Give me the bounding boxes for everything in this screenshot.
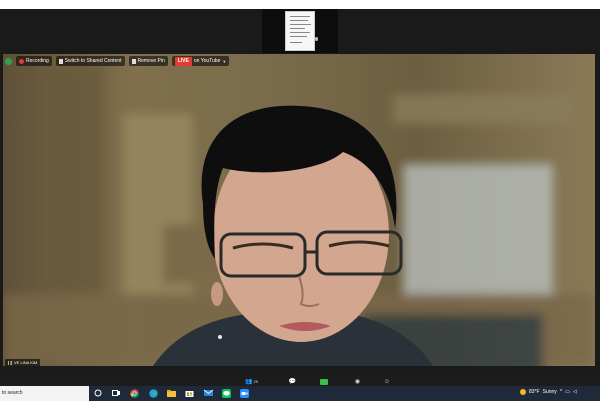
security-shield-icon[interactable] bbox=[5, 57, 12, 65]
search-text: to search bbox=[2, 390, 23, 396]
taskbar-search-box[interactable]: to search bbox=[0, 386, 89, 401]
record-dot-icon bbox=[19, 58, 24, 64]
shared-content-icon bbox=[58, 58, 63, 64]
switch-to-shared-content-button[interactable]: Switch to Shared Content bbox=[55, 56, 125, 66]
participant-name-tag: VE LINA KIM bbox=[5, 359, 41, 366]
volume-icon[interactable]: ◁ bbox=[573, 389, 577, 395]
file-explorer-icon[interactable] bbox=[166, 388, 176, 398]
video-frame bbox=[3, 64, 595, 366]
zoom-icon[interactable] bbox=[239, 388, 249, 398]
mail-icon[interactable] bbox=[203, 388, 213, 398]
participants-icon: 👥 bbox=[244, 379, 253, 385]
meeting-status-bar: Recording Switch to Shared Content Remov… bbox=[5, 55, 230, 67]
share-screen-icon bbox=[320, 379, 329, 385]
document-thumbnail[interactable] bbox=[285, 11, 315, 51]
microphone-icon bbox=[315, 37, 318, 41]
recording-indicator[interactable]: Recording bbox=[16, 56, 52, 66]
recording-label: Recording bbox=[26, 58, 49, 64]
participants-count: 25 bbox=[253, 379, 258, 384]
signal-icon bbox=[8, 360, 12, 365]
switch-label: Switch to Shared Content bbox=[64, 58, 122, 64]
sunny-weather-icon[interactable] bbox=[520, 389, 526, 395]
weather-temperature[interactable]: 83°F bbox=[529, 389, 540, 395]
live-stream-indicator[interactable]: LIVE on YouTube ▼ bbox=[171, 56, 230, 66]
network-icon[interactable]: ▭ bbox=[565, 389, 570, 395]
cortana-icon[interactable] bbox=[93, 388, 103, 398]
line-icon[interactable] bbox=[221, 388, 231, 398]
chevron-up-icon[interactable]: ^ bbox=[560, 389, 562, 395]
store-icon[interactable] bbox=[184, 388, 194, 398]
system-tray: 83°F Sunny ^ ▭ ◁ bbox=[520, 389, 577, 395]
chrome-icon[interactable] bbox=[129, 388, 139, 398]
chevron-down-icon[interactable]: ▼ bbox=[222, 59, 226, 64]
task-view-icon[interactable] bbox=[111, 388, 121, 398]
record-icon: ◉ bbox=[354, 379, 361, 385]
live-platform-label: on YouTube bbox=[193, 58, 221, 64]
chat-icon: 💬 bbox=[288, 379, 296, 385]
reactions-icon: ☺ bbox=[383, 379, 390, 385]
remove-pin-label: Remove Pin bbox=[137, 58, 165, 64]
edge-icon[interactable] bbox=[148, 388, 158, 398]
shared-content-thumbnail[interactable] bbox=[262, 9, 338, 53]
participant-video[interactable] bbox=[3, 54, 595, 366]
windows-taskbar: to search 83°F Sunny ^ ▭ ◁ bbox=[0, 386, 600, 401]
participant-name: VE LINA KIM bbox=[14, 360, 38, 365]
weather-condition[interactable]: Sunny bbox=[543, 389, 557, 395]
live-badge: LIVE bbox=[174, 56, 192, 66]
remove-pin-button[interactable]: Remove Pin bbox=[128, 56, 168, 66]
zoom-meeting-window: Recording Switch to Shared Content Remov… bbox=[0, 9, 600, 395]
pin-icon bbox=[131, 58, 136, 64]
